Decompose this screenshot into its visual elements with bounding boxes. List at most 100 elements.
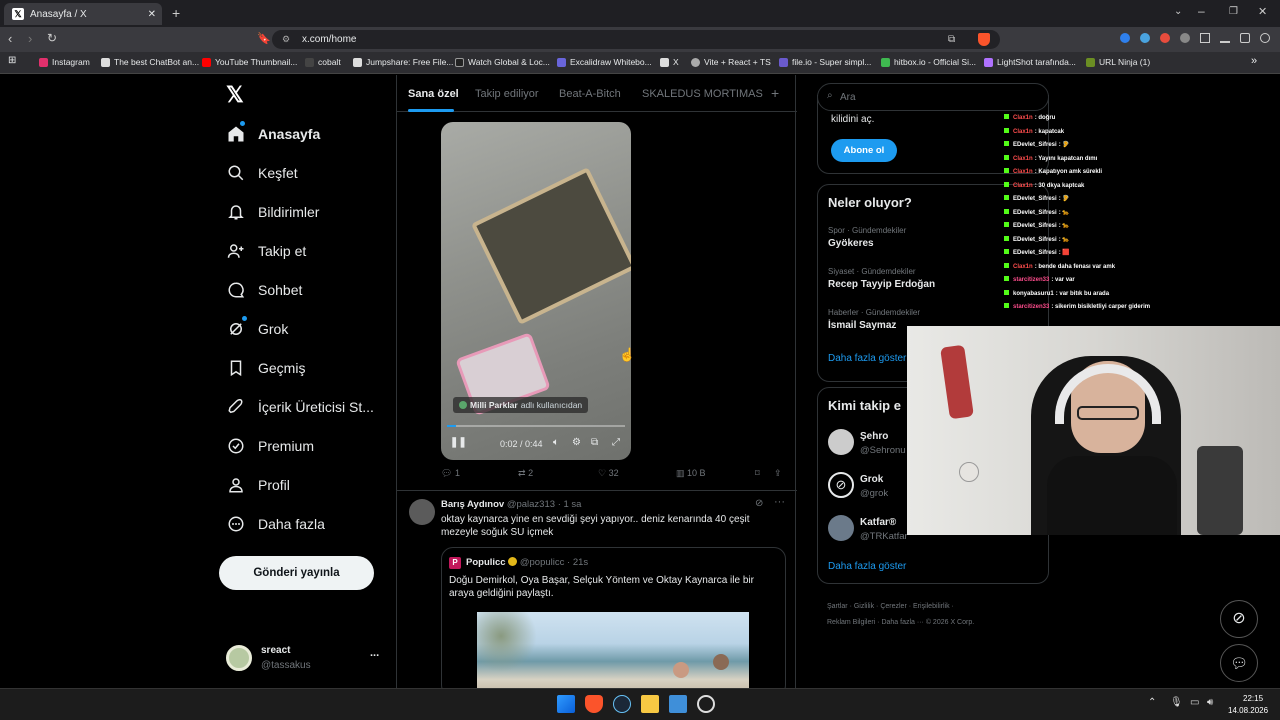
sidebar-item-creator-studio[interactable]: İçerik Üreticisi St...: [226, 397, 374, 417]
sidebar-item-bookmarks[interactable]: Geçmiş: [226, 358, 305, 378]
file-explorer-icon[interactable]: [641, 695, 659, 713]
add-tab-button[interactable]: +: [771, 85, 779, 101]
quote-image[interactable]: [477, 612, 749, 696]
author-handle[interactable]: @palaz313: [507, 499, 555, 510]
browser-tab[interactable]: 𝕏 Anasayfa / X ✕: [4, 3, 162, 25]
fullscreen-icon[interactable]: ⤢: [612, 437, 620, 448]
tab-for-you[interactable]: Sana özel: [408, 88, 459, 100]
messages-float-button[interactable]: 💬︎: [1220, 644, 1258, 682]
video-progress-track[interactable]: [447, 425, 625, 427]
like-button[interactable]: ♡ 32: [598, 468, 619, 479]
bookmark-item[interactable]: Watch Global & Loc...: [455, 57, 550, 67]
sidebar-item-follow[interactable]: Takip et: [226, 241, 306, 261]
close-window-icon[interactable]: ✕: [1258, 5, 1267, 18]
obs-icon[interactable]: [697, 695, 715, 713]
account-switcher[interactable]: sreact @tassakus ...: [226, 643, 386, 673]
post-more-icon[interactable]: ···: [774, 496, 785, 508]
clock-time[interactable]: 22:15: [1243, 694, 1263, 703]
extension-icon[interactable]: [1180, 33, 1190, 43]
x-home-logo-icon[interactable]: 𝕏: [226, 82, 244, 108]
tab-following[interactable]: Takip ediliyor: [475, 88, 539, 100]
sidebar-item-profile[interactable]: Profil: [226, 475, 290, 495]
bookmark-item[interactable]: Vite + React + TS: [691, 57, 771, 67]
sidebar-item-notifications[interactable]: Bildirimler: [226, 202, 319, 222]
views-button[interactable]: ▥ 10 B: [676, 468, 706, 479]
sidebar-item-explore[interactable]: Keşfet: [226, 163, 298, 183]
post-time[interactable]: · 1 sa: [558, 499, 582, 510]
minimize-icon[interactable]: –: [1198, 4, 1205, 18]
sidebar-item-more[interactable]: Daha fazla: [226, 514, 325, 534]
network-icon[interactable]: ▭: [1190, 697, 1199, 708]
author-name[interactable]: Barış Aydınov: [441, 499, 504, 510]
microphone-icon[interactable]: 🎙︎: [1170, 697, 1183, 708]
footer-link[interactable]: Gizlilik: [854, 603, 874, 610]
maximize-icon[interactable]: ❐: [1229, 6, 1238, 17]
new-tab-button[interactable]: +: [172, 5, 180, 21]
brave-browser-icon[interactable]: [585, 695, 603, 713]
bookmark-item[interactable]: The best ChatBot an...: [101, 57, 199, 67]
bookmark-item[interactable]: URL Ninja (1): [1086, 57, 1150, 67]
trends-show-more[interactable]: Daha fazla göster: [828, 353, 906, 364]
settings-icon[interactable]: ⚙: [572, 437, 581, 448]
bookmark-item[interactable]: cobalt: [305, 57, 341, 67]
wallet-icon[interactable]: [1240, 33, 1250, 43]
follow-show-more[interactable]: Daha fazla göster: [828, 561, 906, 572]
trend-item[interactable]: Spor · Gündemdekiler Gyökeres: [828, 226, 906, 249]
bookmark-item[interactable]: Instagram: [39, 57, 90, 67]
sidebar-item-grok[interactable]: Grok: [226, 316, 288, 339]
puzzle-icon[interactable]: [1200, 33, 1210, 43]
share-icon[interactable]: ⧉: [948, 30, 955, 49]
extension-icon[interactable]: [1160, 33, 1170, 43]
video-player[interactable]: Milli Parklar adlı kullanıcıdan ❚❚ 0:02 …: [441, 122, 631, 460]
grok-post-icon[interactable]: ⊘: [755, 498, 763, 509]
tab-list-2[interactable]: SKALEDUS MORTIMAS: [642, 88, 763, 100]
download-icon[interactable]: [1220, 33, 1230, 43]
footer-link[interactable]: Çerezler: [880, 603, 906, 610]
forward-icon[interactable]: ›: [28, 31, 32, 46]
apps-icon[interactable]: ⊞: [8, 55, 16, 66]
bookmark-item[interactable]: X: [660, 57, 679, 67]
bookmark-item[interactable]: Excalidraw Whitebo...: [557, 57, 652, 67]
bookmark-item[interactable]: hitbox.io - Official Si...: [881, 57, 976, 67]
account-more-icon[interactable]: ...: [370, 647, 379, 659]
bookmark-item[interactable]: LightShot tarafında...: [984, 57, 1076, 67]
footer-link[interactable]: Daha fazla ···: [881, 619, 923, 626]
quote-tweet[interactable]: P Populicc @populicc · 21s Doğu Demirkol…: [441, 547, 786, 697]
monitor-app-icon[interactable]: [669, 695, 687, 713]
clock-date[interactable]: 14.08.2026: [1228, 706, 1268, 715]
trend-item[interactable]: Siyaset · Gündemdekiler Recep Tayyip Erd…: [828, 267, 935, 290]
tab-list-icon[interactable]: ⌄: [1174, 6, 1182, 17]
picture-in-picture-icon[interactable]: ⧉: [591, 437, 598, 448]
post-button[interactable]: Gönderi yayınla: [219, 556, 374, 590]
sidebar-item-home[interactable]: Anasayfa: [226, 121, 320, 144]
tab-close-icon[interactable]: ✕: [148, 9, 156, 20]
bookmark-item[interactable]: Jumpshare: Free File...: [353, 57, 453, 67]
brave-shield-icon[interactable]: [978, 33, 990, 46]
subscribe-button[interactable]: Abone ol: [831, 139, 897, 162]
vpn-icon[interactable]: [1260, 33, 1270, 43]
post[interactable]: Barış Aydınov @palaz313 · 1 sa ⊘ ··· okt…: [397, 491, 797, 697]
sidebar-item-chat[interactable]: Sohbet: [226, 280, 302, 300]
footer-link[interactable]: Reklam Bilgileri: [827, 619, 875, 626]
tray-overflow-icon[interactable]: ⌃: [1148, 697, 1156, 708]
reply-button[interactable]: 💬︎ 1: [441, 468, 460, 479]
bookmark-post-icon[interactable]: ⌑: [755, 468, 760, 479]
bookmark-item[interactable]: file.io - Super simpl...: [779, 57, 871, 67]
grok-float-button[interactable]: ⊘: [1220, 600, 1258, 638]
share-post-icon[interactable]: ⇪: [774, 468, 782, 479]
extension-icon[interactable]: [1140, 33, 1150, 43]
volume-icon[interactable]: 🔊︎: [1207, 697, 1213, 708]
extension-icon[interactable]: [1120, 33, 1130, 43]
footer-link[interactable]: Şartlar: [827, 603, 848, 610]
url-field[interactable]: ⚙ x.com/home ⧉: [272, 30, 1000, 49]
repost-button[interactable]: ⇄ 2: [518, 468, 533, 479]
sidebar-item-premium[interactable]: Premium: [226, 436, 314, 456]
pause-icon[interactable]: ❚❚: [450, 437, 467, 448]
bookmark-item[interactable]: YouTube Thumbnail...: [202, 57, 297, 67]
site-info-icon[interactable]: ⚙: [282, 30, 290, 49]
back-icon[interactable]: ‹: [8, 31, 12, 46]
video-attribution[interactable]: Milli Parklar adlı kullanıcıdan: [453, 397, 589, 413]
tab-list-1[interactable]: Beat-A-Bitch: [559, 88, 621, 100]
bookmarks-overflow-icon[interactable]: »: [1251, 55, 1257, 67]
steam-icon[interactable]: [613, 695, 631, 713]
